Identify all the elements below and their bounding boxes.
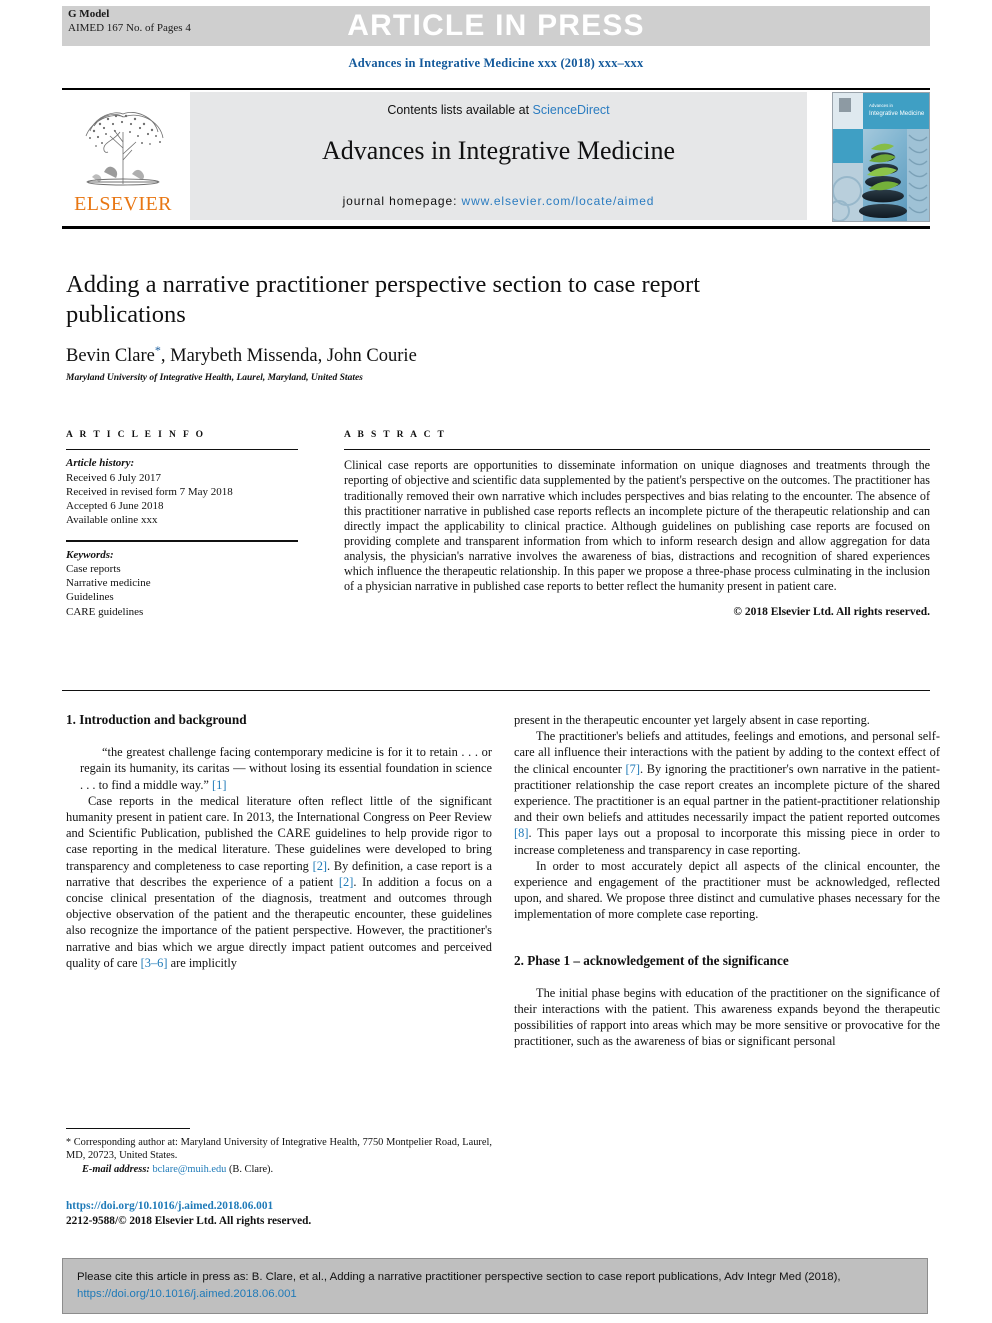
issn-copyright-line: 2212-9588/© 2018 Elsevier Ltd. All right…: [66, 1214, 312, 1227]
keywords-block: Keywords: Case reports Narrative medicin…: [66, 542, 298, 619]
journal-running-head: Advances in Integrative Medicine xxx (20…: [348, 56, 644, 70]
article-in-press-label: ARTICLE IN PRESS: [347, 9, 645, 42]
history-item: Received 6 July 2017: [66, 471, 162, 484]
doi-link[interactable]: https://doi.org/10.1016/j.aimed.2018.06.…: [66, 1199, 492, 1214]
elsevier-logo: ELSEVIER: [62, 92, 184, 220]
cite-doi-link[interactable]: https://doi.org/10.1016/j.aimed.2018.06.…: [77, 1288, 297, 1300]
masthead-bottom-rule: [62, 226, 930, 229]
citation-ref[interactable]: [2]: [313, 859, 327, 873]
journal-title: Advances in Integrative Medicine: [321, 136, 676, 165]
quote-text: “the greatest challenge facing contempor…: [80, 745, 492, 792]
article-info-column: A R T I C L E I N F O Article history: R…: [66, 430, 298, 619]
article-history-block: Article history: Received 6 July 2017 Re…: [66, 450, 298, 527]
homepage-label: journal homepage:: [342, 194, 462, 208]
history-item: Accepted 6 June 2018: [66, 500, 164, 512]
sciencedirect-link[interactable]: ScienceDirect: [533, 103, 610, 117]
paragraph-intro: Case reports in the medical literature o…: [66, 793, 492, 971]
keyword-item: CARE guidelines: [66, 605, 144, 618]
paragraph-three-phases: In order to most accurately depict all a…: [514, 858, 940, 922]
contents-prefix: Contents lists available at: [387, 103, 533, 117]
affiliation: Maryland University of Integrative Healt…: [66, 373, 363, 383]
svg-text:Advances in: Advances in: [869, 103, 893, 108]
article-history-label: Article history:: [66, 457, 135, 470]
corresponding-author-note: * Corresponding author at: Maryland Univ…: [66, 1136, 492, 1162]
article-in-press-banner: ARTICLE IN PRESS: [62, 6, 930, 46]
abstract-column: A B S T R A C T Clinical case reports ar…: [344, 430, 930, 618]
paragraph-practitioner-beliefs: The practitioner's beliefs and attitudes…: [514, 728, 940, 858]
keywords-label: Keywords:: [66, 548, 114, 561]
keyword-item: Narrative medicine: [66, 577, 151, 590]
para-part: . In addition a focus on a concise clini…: [66, 874, 492, 970]
body-column-right: present in the therapeutic encounter yet…: [514, 712, 940, 1050]
article-page: ARTICLE IN PRESS G Model AIMED 167 No. o…: [0, 0, 992, 1323]
citation-ref[interactable]: [7]: [626, 762, 640, 776]
keyword-item: Guidelines: [66, 591, 114, 604]
doi-block: https://doi.org/10.1016/j.aimed.2018.06.…: [66, 1199, 492, 1228]
footnote-block: * Corresponding author at: Maryland Univ…: [66, 1128, 492, 1176]
copyright-line: © 2018 Elsevier Ltd. All rights reserved…: [733, 606, 930, 619]
contents-panel: Contents lists available at ScienceDirec…: [190, 92, 807, 220]
elsevier-tree-icon: [85, 112, 164, 186]
cite-text: Please cite this article in press as: B.…: [77, 1269, 913, 1302]
g-model-label: G Model: [68, 8, 110, 20]
abstract-heading: A B S T R A C T: [344, 430, 447, 440]
history-item: Received in revised form 7 May 2018: [66, 485, 233, 498]
history-item: Available online xxx: [66, 514, 158, 527]
citation-ref[interactable]: [1]: [212, 778, 226, 792]
section-heading-introduction: 1. Introduction and background: [66, 712, 247, 727]
para-part: are implicitly: [167, 955, 238, 970]
email-note: E-mail address: bclare@muih.edu (B. Clar…: [66, 1163, 492, 1176]
page-title: Adding a narrative practitioner perspect…: [66, 271, 701, 328]
homepage-url[interactable]: www.elsevier.com/locate/aimed: [462, 194, 655, 208]
elsevier-wordmark: ELSEVIER: [74, 193, 172, 215]
corresponding-author-marker: *: [154, 343, 161, 357]
body-column-left: 1. Introduction and background “the grea…: [66, 712, 492, 971]
svg-text:Integrative Medicine: Integrative Medicine: [869, 110, 925, 117]
pull-quote: “the greatest challenge facing contempor…: [66, 744, 492, 793]
journal-masthead: ELSEVIER Contents lists available at Sci…: [62, 88, 930, 222]
section-heading-phase-1: 2. Phase 1 – acknowledgement of the sign…: [514, 952, 789, 968]
footnote-rule: [66, 1128, 190, 1130]
abstract-text: Clinical case reports are opportunities …: [344, 458, 930, 594]
citation-ref[interactable]: [2]: [339, 875, 353, 889]
email-owner: (B. Clare).: [226, 1163, 274, 1175]
article-info-heading: A R T I C L E I N F O: [66, 430, 206, 440]
citation-ref[interactable]: [3–6]: [141, 956, 168, 970]
paragraph-initial-phase: The initial phase begins with education …: [514, 985, 940, 1049]
citation-ref[interactable]: [8]: [514, 826, 528, 840]
keyword-item: Case reports: [66, 563, 121, 575]
contents-available-line: Contents lists available at ScienceDirec…: [190, 103, 807, 117]
email-label: E-mail address:: [82, 1163, 150, 1175]
author-list: Bevin Clare*, Marybeth Missenda, John Co…: [66, 343, 806, 367]
author-names: Bevin Clare*, Marybeth Missenda, John Co…: [66, 343, 417, 367]
corresponding-text: Corresponding author at: Maryland Univer…: [66, 1137, 492, 1162]
paragraph-continuation: present in the therapeutic encounter yet…: [514, 713, 870, 727]
journal-cover-thumbnail: Advances in Integrative Medicine: [832, 92, 930, 222]
cover-art-icon: Advances in Integrative Medicine: [833, 93, 929, 221]
para-part: . This paper lays out a proposal to inco…: [514, 826, 940, 857]
journal-homepage-line: journal homepage: www.elsevier.com/locat…: [190, 194, 807, 208]
g-model-block: G Model AIMED 167 No. of Pages 4: [68, 8, 191, 35]
body-separator-rule: [62, 690, 930, 692]
model-id-label: AIMED 167 No. of Pages 4: [68, 21, 191, 34]
cite-this-article-box: Please cite this article in press as: B.…: [62, 1258, 928, 1314]
cite-prefix: Please cite this article in press as: B.…: [77, 1271, 841, 1283]
email-link[interactable]: bclare@muih.edu: [152, 1164, 226, 1175]
